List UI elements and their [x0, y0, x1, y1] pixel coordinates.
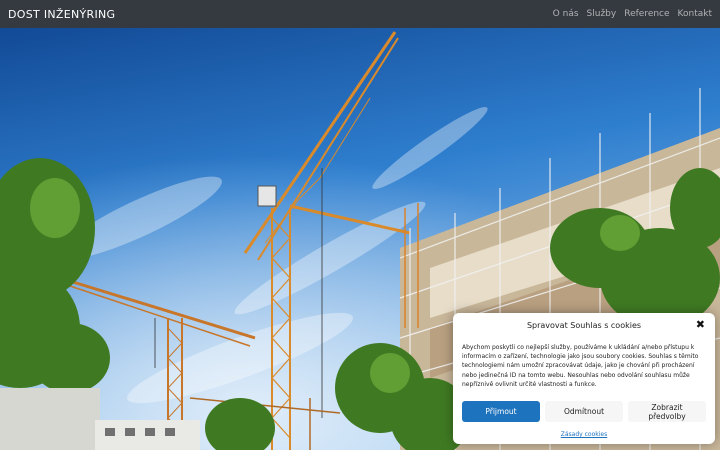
cookie-policy-link-wrapper: Zásady cookies: [462, 431, 706, 438]
nav-link-sluzby[interactable]: Služby: [587, 9, 617, 19]
close-icon[interactable]: ✖: [696, 319, 705, 330]
cookie-dialog-text: Abychom poskytli co nejlepší služby, pou…: [462, 344, 699, 388]
top-navbar: DOST INŽENÝRING O nás Služby Reference K…: [0, 0, 720, 28]
main-nav: O nás Služby Reference Kontakt: [553, 9, 712, 19]
cookie-consent-dialog: Spravovat Souhlas s cookies ✖ Abychom po…: [453, 313, 715, 444]
nav-link-kontakt[interactable]: Kontakt: [678, 9, 712, 19]
cookie-dialog-title: Spravovat Souhlas s cookies: [526, 321, 642, 330]
view-preferences-button[interactable]: Zobrazit předvolby: [628, 401, 706, 423]
cookie-policy-link[interactable]: Zásady cookies: [561, 431, 607, 438]
accept-cookies-button[interactable]: Přijmout: [462, 401, 540, 423]
nav-link-o-nas[interactable]: O nás: [553, 9, 579, 19]
cookie-button-row: Přijmout Odmítnout Zobrazit předvolby: [462, 401, 706, 423]
deny-cookies-button[interactable]: Odmítnout: [545, 401, 623, 423]
nav-link-reference[interactable]: Reference: [624, 9, 669, 19]
brand-logo-text[interactable]: DOST INŽENÝRING: [8, 8, 115, 21]
